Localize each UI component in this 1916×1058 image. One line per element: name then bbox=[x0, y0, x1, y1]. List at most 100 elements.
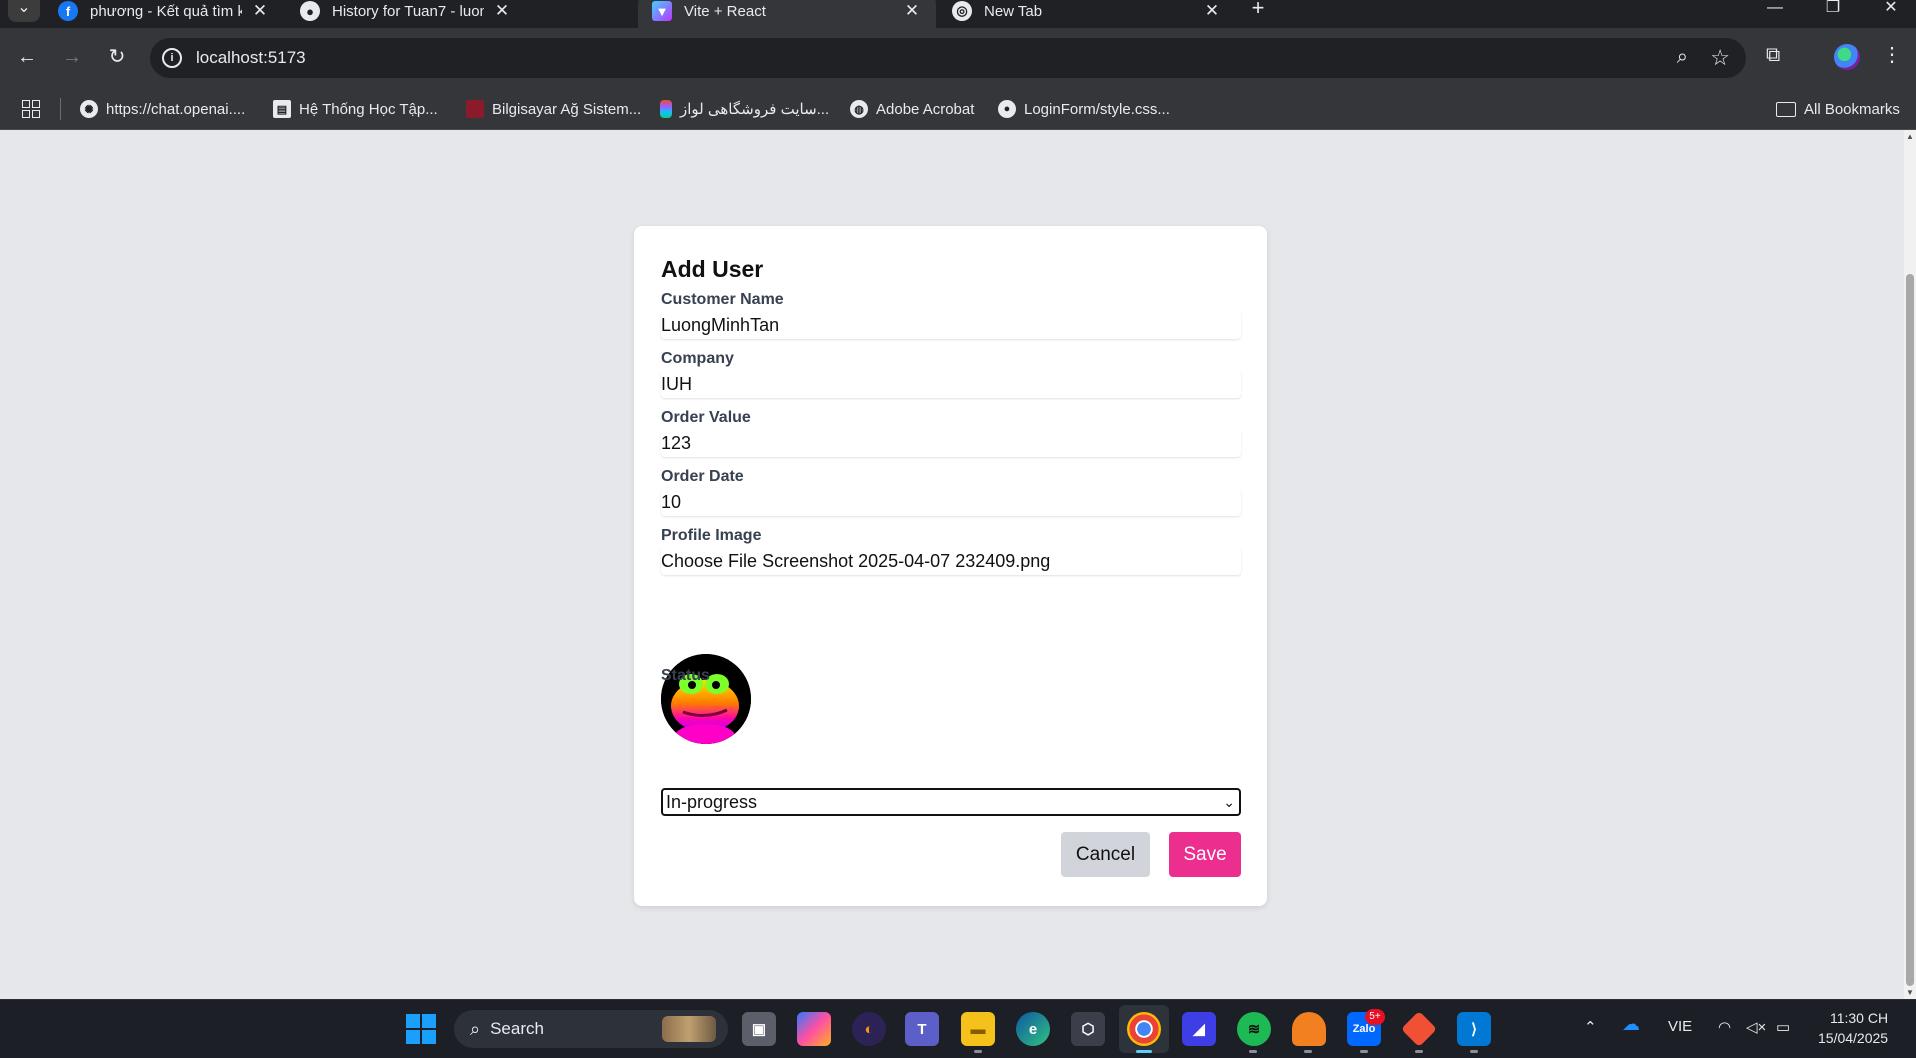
tab-vite-react[interactable]: ▼ Vite + React ✕ bbox=[638, 0, 936, 28]
git-icon[interactable] bbox=[1400, 1010, 1438, 1048]
profile-avatar[interactable] bbox=[1834, 44, 1860, 70]
company-input[interactable] bbox=[661, 370, 1241, 398]
file-explorer-icon[interactable]: ▬ bbox=[961, 1012, 995, 1046]
volume-muted-icon[interactable]: ◁× bbox=[1746, 1018, 1766, 1036]
page-scrollbar[interactable]: ▲ ▼ bbox=[1904, 130, 1916, 999]
copilot-icon[interactable] bbox=[797, 1012, 831, 1046]
running-indicator bbox=[1470, 1050, 1478, 1053]
scroll-down-icon[interactable]: ▼ bbox=[1906, 988, 1914, 997]
bookmark-label: https://chat.openai.... bbox=[106, 100, 246, 118]
address-bar[interactable]: i localhost:5173 ⌕ ☆ bbox=[150, 38, 1746, 78]
windows-taskbar: ⌕ Search ▣ ◐ T ▬ e ⬡ ◢ ≋ Zalo 5+ ⟩ ⌃ ☁ V… bbox=[0, 999, 1916, 1058]
vscode-icon[interactable]: ⟩ bbox=[1457, 1012, 1491, 1046]
search-highlight-image bbox=[662, 1016, 716, 1042]
order-value-label: Order Value bbox=[661, 409, 751, 426]
reload-button[interactable]: ↻ bbox=[102, 42, 132, 72]
bookmark-school[interactable]: ▤ Hệ Thống Học Tập... bbox=[273, 88, 438, 130]
new-tab-button[interactable]: + bbox=[1244, 0, 1272, 22]
company-label: Company bbox=[661, 350, 734, 367]
choose-file-button[interactable]: Choose File bbox=[661, 551, 757, 571]
forward-button[interactable]: → bbox=[57, 42, 87, 72]
scrollbar-thumb[interactable] bbox=[1906, 274, 1914, 986]
zoom-icon[interactable]: ⌕ bbox=[1677, 46, 1688, 69]
bookmark-label: سایت فروشگاهی لواز... bbox=[680, 101, 830, 118]
search-placeholder: Search bbox=[490, 1019, 544, 1038]
running-indicator bbox=[1136, 1050, 1152, 1053]
taskbar-search-box[interactable]: ⌕ Search bbox=[454, 1010, 728, 1048]
teams-icon[interactable]: T bbox=[905, 1012, 939, 1046]
bookmark-openai[interactable]: ✺ https://chat.openai.... bbox=[80, 88, 245, 130]
status-label: Status bbox=[661, 667, 710, 684]
bookmark-loginform[interactable]: ● LoginForm/style.css... bbox=[998, 88, 1170, 130]
system-clock[interactable]: 11:30 CH 15/04/2025 bbox=[1818, 1008, 1888, 1048]
school-icon: ▤ bbox=[273, 100, 291, 118]
tab-title: History for Tuan7 - luongtan20 bbox=[332, 2, 484, 20]
bookmark-label: LoginForm/style.css... bbox=[1024, 100, 1170, 118]
close-icon[interactable]: ✕ bbox=[250, 1, 270, 21]
chevron-up-icon[interactable]: ⌃ bbox=[1584, 1018, 1597, 1036]
browser-toolbar: ← → ↻ i localhost:5173 ⌕ ☆ ⧉ ⋮ bbox=[0, 28, 1916, 88]
clock-date: 15/04/2025 bbox=[1818, 1030, 1889, 1046]
figma-icon bbox=[660, 100, 672, 118]
save-button[interactable]: Save bbox=[1169, 832, 1241, 877]
running-indicator bbox=[1249, 1050, 1257, 1053]
close-icon[interactable]: ✕ bbox=[1202, 1, 1222, 21]
chrome-icon[interactable] bbox=[1127, 1012, 1161, 1046]
status-selected-value: In-progress bbox=[666, 792, 758, 812]
bookmark-label: Hệ Thống Học Tập... bbox=[299, 100, 438, 118]
customer-name-input[interactable] bbox=[661, 311, 1241, 339]
unity-icon[interactable]: ⬡ bbox=[1071, 1012, 1105, 1046]
bookmark-network[interactable]: Bilgisayar Ağ Sistem... bbox=[466, 88, 641, 130]
battery-icon[interactable]: ▭ bbox=[1776, 1018, 1790, 1036]
close-icon[interactable]: ✕ bbox=[902, 1, 922, 21]
running-indicator bbox=[1360, 1050, 1368, 1053]
back-button[interactable]: ← bbox=[12, 42, 42, 72]
onedrive-icon[interactable]: ☁ bbox=[1622, 1014, 1640, 1035]
task-view-icon[interactable]: ▣ bbox=[742, 1012, 776, 1046]
tab-facebook[interactable]: f phương - Kết quả tìm kiếm | Fa ✕ bbox=[44, 0, 284, 28]
status-select[interactable]: In-progress ⌄ bbox=[661, 788, 1241, 816]
folder-icon bbox=[1776, 101, 1796, 117]
selected-filename: Screenshot 2025-04-07 232409.png bbox=[762, 551, 1051, 571]
cloudflare-icon[interactable] bbox=[1292, 1012, 1326, 1046]
bookmark-star-icon[interactable]: ☆ bbox=[1710, 45, 1730, 71]
restore-button[interactable]: ❐ bbox=[1810, 0, 1856, 22]
order-value-input[interactable] bbox=[661, 429, 1241, 457]
edge-icon[interactable]: e bbox=[1016, 1012, 1050, 1046]
clock-time: 11:30 CH bbox=[1829, 1010, 1889, 1026]
profile-image-file-input[interactable]: Choose File Screenshot 2025-04-07 232409… bbox=[661, 547, 1241, 575]
cancel-button[interactable]: Cancel bbox=[1061, 832, 1150, 877]
tab-github-history[interactable]: ● History for Tuan7 - luongtan20 ✕ bbox=[286, 0, 526, 28]
close-icon[interactable]: ✕ bbox=[492, 1, 512, 21]
tab-new-tab[interactable]: ◎ New Tab ✕ bbox=[938, 0, 1236, 28]
tab-title: Vite + React bbox=[684, 2, 766, 20]
all-bookmarks-button[interactable]: All Bookmarks bbox=[1776, 88, 1900, 130]
minimize-button[interactable]: — bbox=[1752, 0, 1798, 22]
apps-grid-icon[interactable] bbox=[22, 100, 40, 118]
windows-start-icon[interactable] bbox=[406, 1014, 436, 1044]
all-bookmarks-label: All Bookmarks bbox=[1804, 100, 1900, 118]
order-date-input[interactable] bbox=[661, 488, 1241, 516]
search-icon: ⌕ bbox=[470, 1018, 481, 1039]
modal-title: Add User bbox=[661, 256, 764, 282]
url-text[interactable]: localhost:5173 bbox=[196, 48, 306, 68]
network-icon bbox=[466, 100, 484, 118]
extensions-icon[interactable]: ⧉ bbox=[1766, 44, 1780, 67]
tab-search-button[interactable]: ⌄ bbox=[8, 0, 40, 22]
tab-title: New Tab bbox=[984, 2, 1043, 20]
window-close-button[interactable]: ✕ bbox=[1868, 0, 1914, 22]
wifi-icon[interactable]: ◠ bbox=[1718, 1018, 1731, 1036]
antigravity-icon[interactable]: ◢ bbox=[1182, 1012, 1216, 1046]
scroll-up-icon[interactable]: ▲ bbox=[1906, 132, 1914, 141]
bookmark-adobe[interactable]: ◍ Adobe Acrobat bbox=[850, 88, 974, 130]
add-user-modal: Add User Customer Name Company Order Val… bbox=[634, 226, 1267, 906]
language-indicator[interactable]: VIE bbox=[1668, 1018, 1692, 1035]
github-icon: ● bbox=[300, 1, 320, 21]
bookmark-shop[interactable]: سایت فروشگاهی لواز... bbox=[660, 88, 829, 130]
running-indicator bbox=[1304, 1050, 1312, 1053]
bookmarks-bar: ✺ https://chat.openai.... ▤ Hệ Thống Học… bbox=[0, 88, 1916, 130]
site-info-icon[interactable]: i bbox=[162, 48, 182, 68]
eclipse-icon[interactable]: ◐ bbox=[852, 1012, 886, 1046]
more-menu-icon[interactable]: ⋮ bbox=[1882, 42, 1902, 67]
spotify-icon[interactable]: ≋ bbox=[1237, 1012, 1271, 1046]
